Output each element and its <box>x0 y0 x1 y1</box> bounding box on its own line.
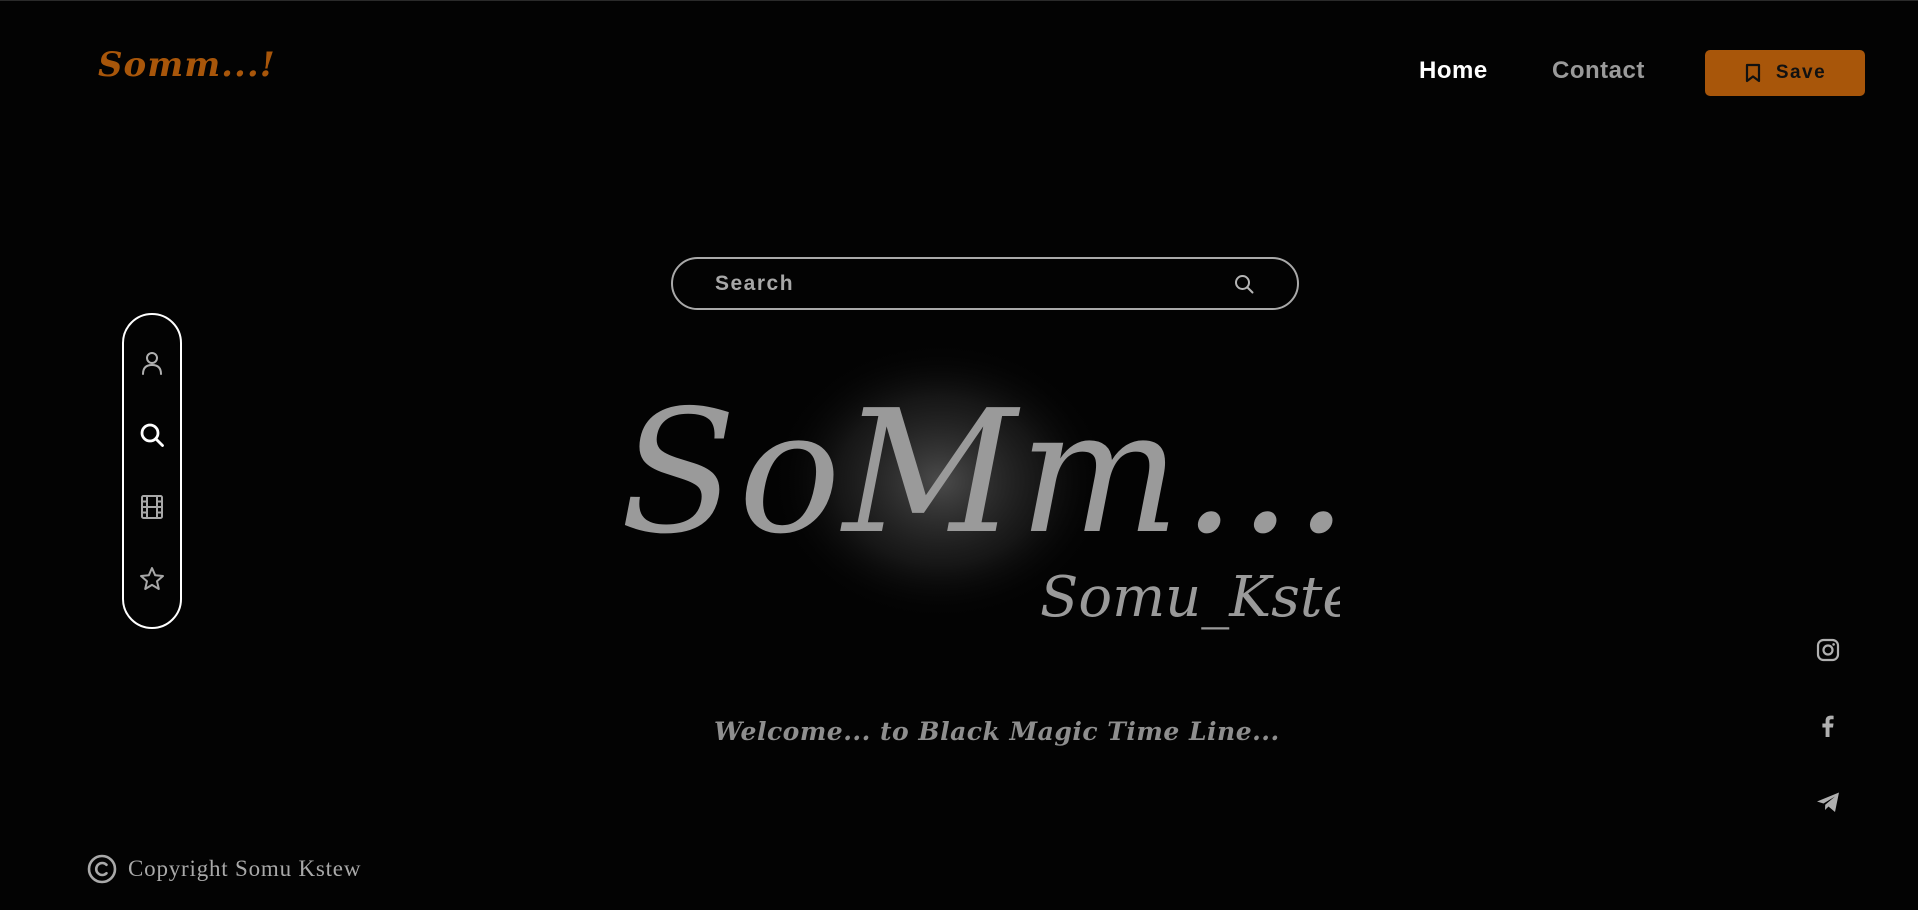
logo-sub-text: Somu_Kstew <box>1040 565 1340 630</box>
sidebar-item-search[interactable] <box>137 420 167 450</box>
instagram-icon <box>1816 638 1840 662</box>
logo-main-text: SoMm...! <box>620 374 1340 572</box>
telegram-icon <box>1817 792 1839 812</box>
side-nav <box>122 313 182 629</box>
brand-logo[interactable]: Somm...! <box>98 45 276 85</box>
copyright-text: Copyright Somu Kstew <box>128 856 362 881</box>
search-input[interactable] <box>713 270 1233 297</box>
facebook-icon <box>1822 715 1834 737</box>
sidebar-item-profile[interactable] <box>137 348 167 378</box>
nav-home-link[interactable]: Home <box>1419 57 1488 85</box>
hero-logo: SoMm...! Somu_Kstew <box>620 341 1340 630</box>
user-icon <box>142 352 162 375</box>
welcome-text: Welcome... to Black Magic Time Line... <box>714 717 1280 746</box>
search-bar <box>671 257 1299 310</box>
save-button-label: Save <box>1775 62 1827 83</box>
copyright-icon <box>87 854 117 884</box>
telegram-link[interactable] <box>1812 786 1844 818</box>
nav-contact-link[interactable]: Contact <box>1552 57 1645 85</box>
search-icon[interactable] <box>1233 273 1255 295</box>
instagram-link[interactable] <box>1812 634 1844 666</box>
bookmark-icon <box>1745 63 1760 83</box>
film-icon <box>141 495 163 519</box>
sidebar-item-films[interactable] <box>137 492 167 522</box>
star-icon <box>140 567 164 590</box>
sidebar-item-favorites[interactable] <box>137 564 167 594</box>
search-icon <box>140 423 164 447</box>
footer-copyright: Copyright Somu Kstew <box>86 853 361 885</box>
facebook-link[interactable] <box>1812 710 1844 742</box>
save-button[interactable]: Save <box>1705 50 1865 96</box>
